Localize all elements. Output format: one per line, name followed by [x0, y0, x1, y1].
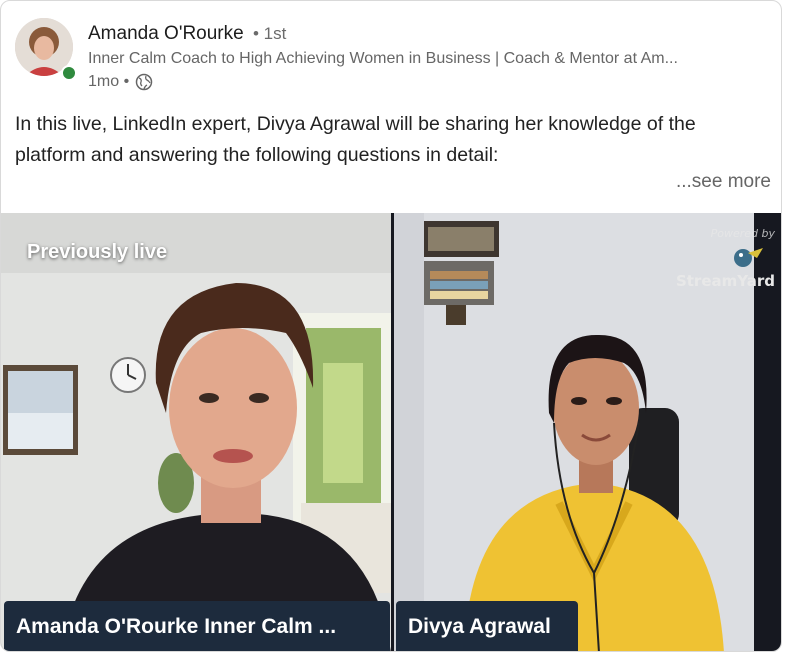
video-pane-amanda: Previously live [1, 213, 391, 651]
previously-live-label: Previously live [27, 241, 168, 263]
streamyard-brand: StreamYard [675, 272, 775, 290]
participant-name-tag-amanda: Amanda O'Rourke Inner Calm ... [4, 601, 390, 651]
author-headline: Inner Calm Coach to High Achieving Women… [88, 50, 678, 67]
participant-name-tag-divya: Divya Agrawal [396, 601, 578, 651]
post-meta: 1mo • [88, 73, 153, 91]
globe-icon [135, 73, 153, 91]
post-header: Amanda O'Rourke • 1st Inner Calm Coach t… [1, 1, 781, 101]
see-more-link[interactable]: ...see more [676, 171, 771, 193]
author-name[interactable]: Amanda O'Rourke [88, 23, 244, 44]
post-body-text: In this live, LinkedIn expert, Divya Agr… [15, 113, 696, 166]
powered-by-label: Powered by [710, 227, 775, 240]
live-video-player[interactable]: Previously live Powered by StreamYard Am… [1, 213, 781, 651]
connection-degree: • 1st [252, 24, 287, 43]
streamyard-watermark: Powered by StreamYard [676, 227, 775, 290]
feed-post-card: Amanda O'Rourke • 1st Inner Calm Coach t… [0, 0, 782, 652]
amanda-video-frame [1, 213, 391, 651]
online-status-indicator [61, 65, 77, 81]
streamyard-logo-icon [734, 248, 763, 267]
post-time: 1mo • [88, 73, 130, 90]
author-line: Amanda O'Rourke • 1st [88, 23, 286, 45]
